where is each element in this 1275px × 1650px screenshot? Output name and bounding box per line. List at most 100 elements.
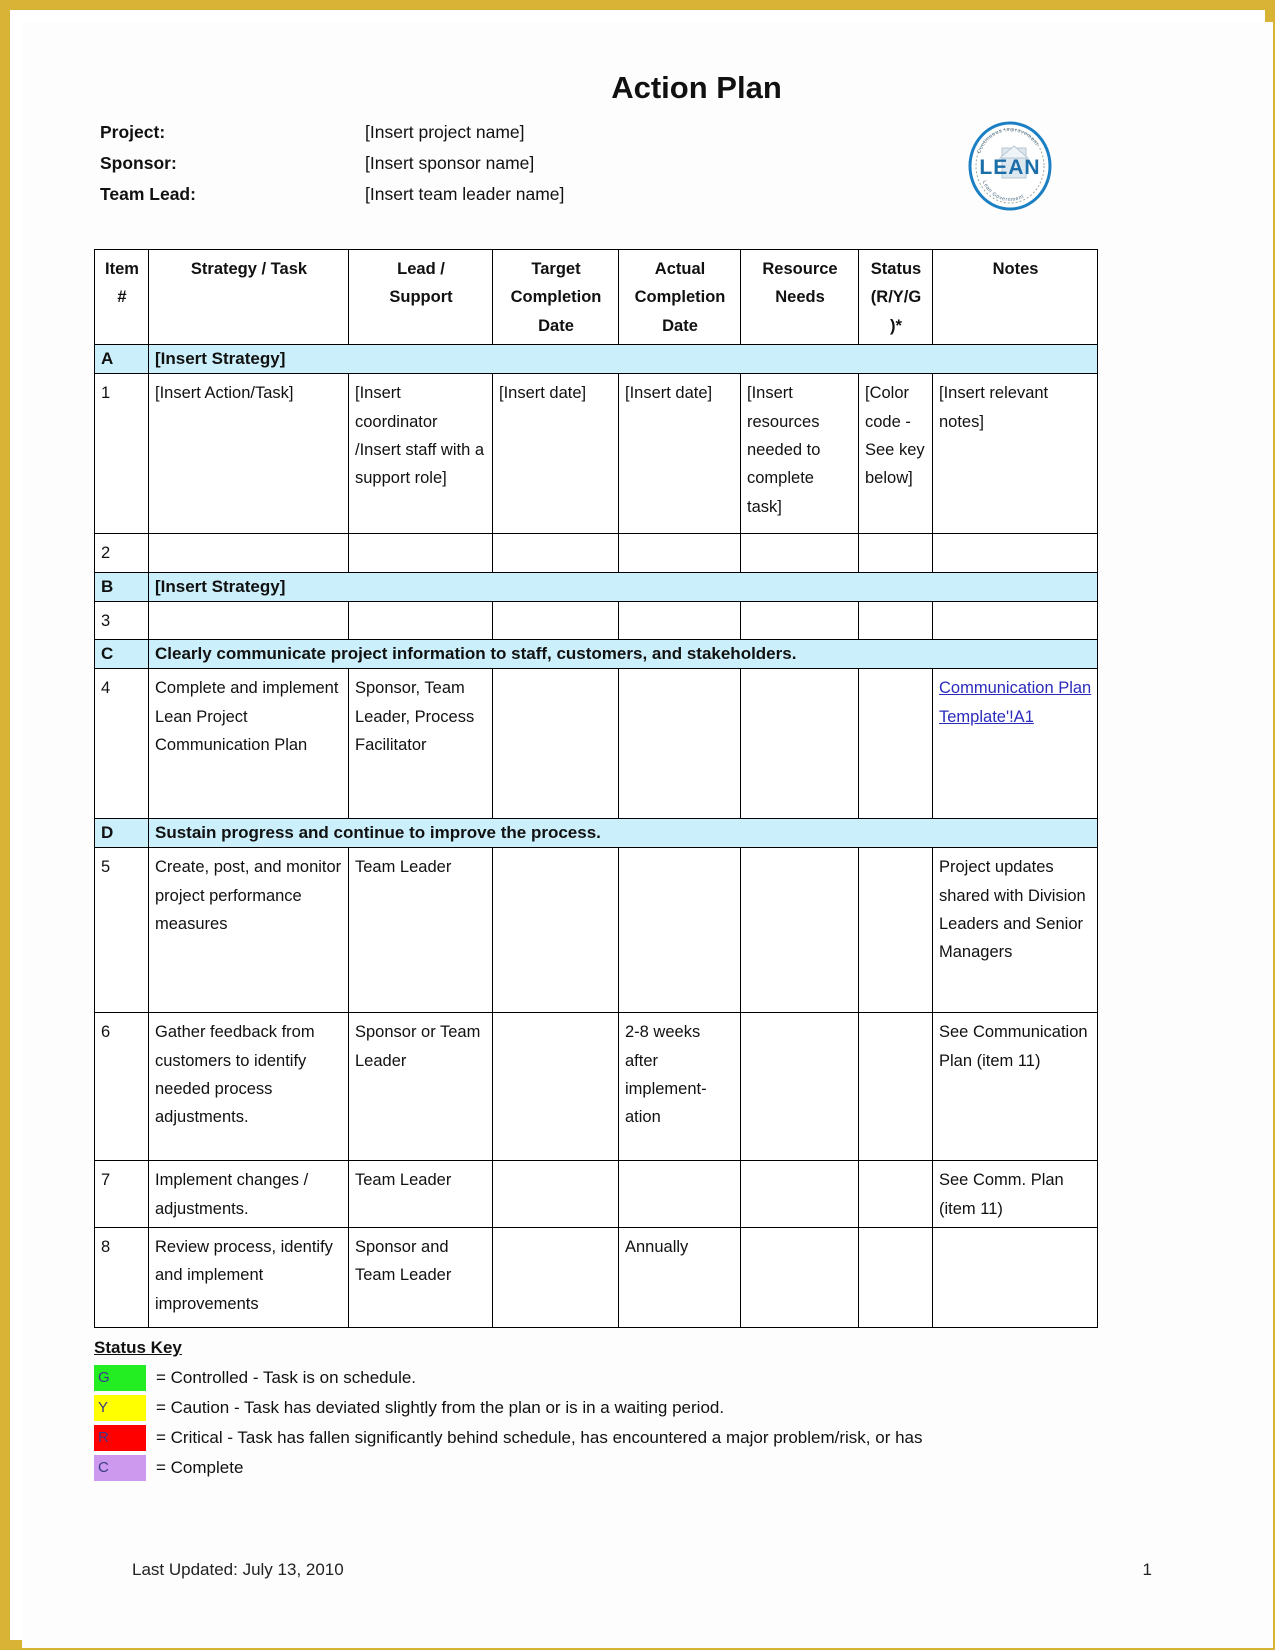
cell-status[interactable]	[858, 1227, 933, 1328]
cell-item-number[interactable]: 7	[94, 1160, 149, 1228]
cell-item-number[interactable]: 1	[94, 373, 149, 535]
section-row: D Sustain progress and continue to improv…	[94, 818, 1098, 849]
page-title: Action Plan	[611, 70, 782, 105]
table-row: 6 Gather feedback from customers to ident…	[94, 1012, 1098, 1162]
notes-hyperlink[interactable]: Communication Plan Template'!A1	[939, 679, 1091, 725]
cell-lead-support[interactable]: Sponsor or Team Leader	[348, 1012, 493, 1162]
cell-notes[interactable]: Project updates shared with Division Lea…	[932, 847, 1098, 1014]
cell-notes[interactable]: See Communication Plan (item 11)	[932, 1012, 1098, 1162]
section-letter: B	[94, 571, 149, 602]
meta-value-team-lead[interactable]: [Insert team leader name]	[365, 184, 564, 205]
header-line: Resource	[762, 260, 838, 278]
cell-status[interactable]: [Color code - See key below]	[858, 373, 933, 535]
cell-resource-needs[interactable]	[740, 847, 859, 1014]
cell-actual-completion-date[interactable]	[618, 600, 741, 641]
cell-strategy-task[interactable]	[148, 533, 349, 573]
cell-target-completion-date[interactable]: [Insert date]	[492, 373, 619, 535]
status-key-row: R = Critical - Task has fallen significan…	[94, 1423, 1214, 1453]
cell-strategy-task[interactable]: Complete and implement Lean Project Comm…	[148, 668, 349, 820]
table-row: 1 [Insert Action/Task] [Insert coordinator…	[94, 373, 1098, 535]
cell-target-completion-date[interactable]	[492, 847, 619, 1014]
header-line: Support	[389, 288, 453, 307]
cell-item-number[interactable]: 4	[94, 668, 149, 820]
cell-lead-support[interactable]	[348, 533, 493, 573]
header-line: Actual	[654, 260, 706, 278]
cell-resource-needs[interactable]: [Insert resources needed to complete tas…	[740, 373, 859, 535]
section-letter: A	[94, 344, 149, 375]
cell-actual-completion-date[interactable]	[618, 533, 741, 573]
status-key-swatch: C	[94, 1455, 146, 1481]
cell-actual-completion-date[interactable]	[618, 847, 741, 1014]
column-header-notes: Notes	[932, 248, 1098, 346]
header-line: )*	[890, 316, 902, 335]
cell-status[interactable]	[858, 847, 933, 1014]
status-key-description: = Controlled - Task is on schedule.	[156, 1368, 417, 1387]
cell-lead-support[interactable]: Team Leader	[348, 847, 493, 1014]
cell-lead-support[interactable]: Sponsor and Team Leader	[348, 1227, 493, 1328]
section-letter: D	[94, 818, 149, 849]
cell-strategy-task[interactable]: Gather feedback from customers to identi…	[148, 1012, 349, 1162]
header-line: Date	[538, 316, 574, 335]
cell-resource-needs[interactable]	[740, 668, 859, 820]
cell-lead-support[interactable]	[348, 600, 493, 641]
cell-target-completion-date[interactable]	[492, 600, 619, 641]
cell-notes[interactable]	[932, 533, 1098, 573]
status-key-row: C = Complete	[94, 1453, 1214, 1483]
cell-resource-needs[interactable]	[740, 533, 859, 573]
status-key-swatch: G	[94, 1365, 146, 1391]
footer-page-number: 1	[1142, 1560, 1152, 1579]
cell-status[interactable]	[858, 600, 933, 641]
cell-strategy-task[interactable]: Review process, identify and implement i…	[148, 1227, 349, 1328]
cell-target-completion-date[interactable]	[492, 533, 619, 573]
table-row: 8 Review process, identify and implement …	[94, 1227, 1098, 1328]
cell-item-number[interactable]: 8	[94, 1227, 149, 1328]
table-row: 2	[94, 533, 1098, 573]
status-key-title: Status Key	[94, 1338, 182, 1357]
section-row: A [Insert Strategy]	[94, 344, 1098, 375]
header-line: Target	[531, 260, 581, 278]
page-sheet: Action Plan Project: [Insert project nam…	[22, 22, 1273, 1648]
cell-item-number[interactable]: 5	[94, 847, 149, 1014]
cell-resource-needs[interactable]	[740, 1160, 859, 1228]
cell-strategy-task[interactable]: Create, post, and monitor project perfor…	[148, 847, 349, 1014]
cell-actual-completion-date[interactable]: Annually	[618, 1227, 741, 1328]
cell-target-completion-date[interactable]	[492, 1012, 619, 1162]
meta-value-project[interactable]: [Insert project name]	[365, 122, 525, 143]
cell-item-number[interactable]: 2	[94, 533, 149, 573]
meta-value-sponsor[interactable]: [Insert sponsor name]	[365, 153, 534, 174]
cell-strategy-task[interactable]	[148, 600, 349, 641]
cell-lead-support[interactable]: Sponsor, Team Leader, Process Facilitato…	[348, 668, 493, 820]
header-line: Completion	[510, 288, 602, 307]
cell-resource-needs[interactable]	[740, 600, 859, 641]
status-key-description: = Caution - Task has deviated slightly f…	[156, 1398, 725, 1417]
table-row: 3	[94, 600, 1098, 641]
cell-notes[interactable]	[932, 1227, 1098, 1328]
column-header-resource-needs: Resource Needs	[740, 248, 859, 346]
cell-status[interactable]	[858, 1012, 933, 1162]
cell-item-number[interactable]: 6	[94, 1012, 149, 1162]
cell-status[interactable]	[858, 1160, 933, 1228]
cell-actual-completion-date[interactable]	[618, 668, 741, 820]
cell-notes[interactable]: See Comm. Plan (item 11)	[932, 1160, 1098, 1228]
cell-resource-needs[interactable]	[740, 1227, 859, 1328]
cell-status[interactable]	[858, 533, 933, 573]
cell-target-completion-date[interactable]	[492, 1227, 619, 1328]
cell-item-number[interactable]: 3	[94, 600, 149, 641]
cell-notes[interactable]: Communication Plan Template'!A1	[932, 668, 1098, 820]
cell-strategy-task[interactable]: [Insert Action/Task]	[148, 373, 349, 535]
cell-target-completion-date[interactable]	[492, 668, 619, 820]
cell-actual-completion-date[interactable]: 2-8 weeks after implement-ation	[618, 1012, 741, 1162]
cell-notes[interactable]	[932, 600, 1098, 641]
header-line: Status	[870, 260, 922, 278]
cell-strategy-task[interactable]: Implement changes / adjustments.	[148, 1160, 349, 1228]
meta-label-project: Project:	[100, 122, 166, 142]
column-header-target-date: Target Completion Date	[492, 248, 619, 346]
cell-actual-completion-date[interactable]	[618, 1160, 741, 1228]
cell-status[interactable]	[858, 668, 933, 820]
cell-target-completion-date[interactable]	[492, 1160, 619, 1228]
cell-actual-completion-date[interactable]: [Insert date]	[618, 373, 741, 535]
cell-resource-needs[interactable]	[740, 1012, 859, 1162]
cell-lead-support[interactable]: [Insert coordinator /Insert staff with a…	[348, 373, 493, 535]
cell-notes[interactable]: [Insert relevant notes]	[932, 373, 1098, 535]
cell-lead-support[interactable]: Team Leader	[348, 1160, 493, 1228]
